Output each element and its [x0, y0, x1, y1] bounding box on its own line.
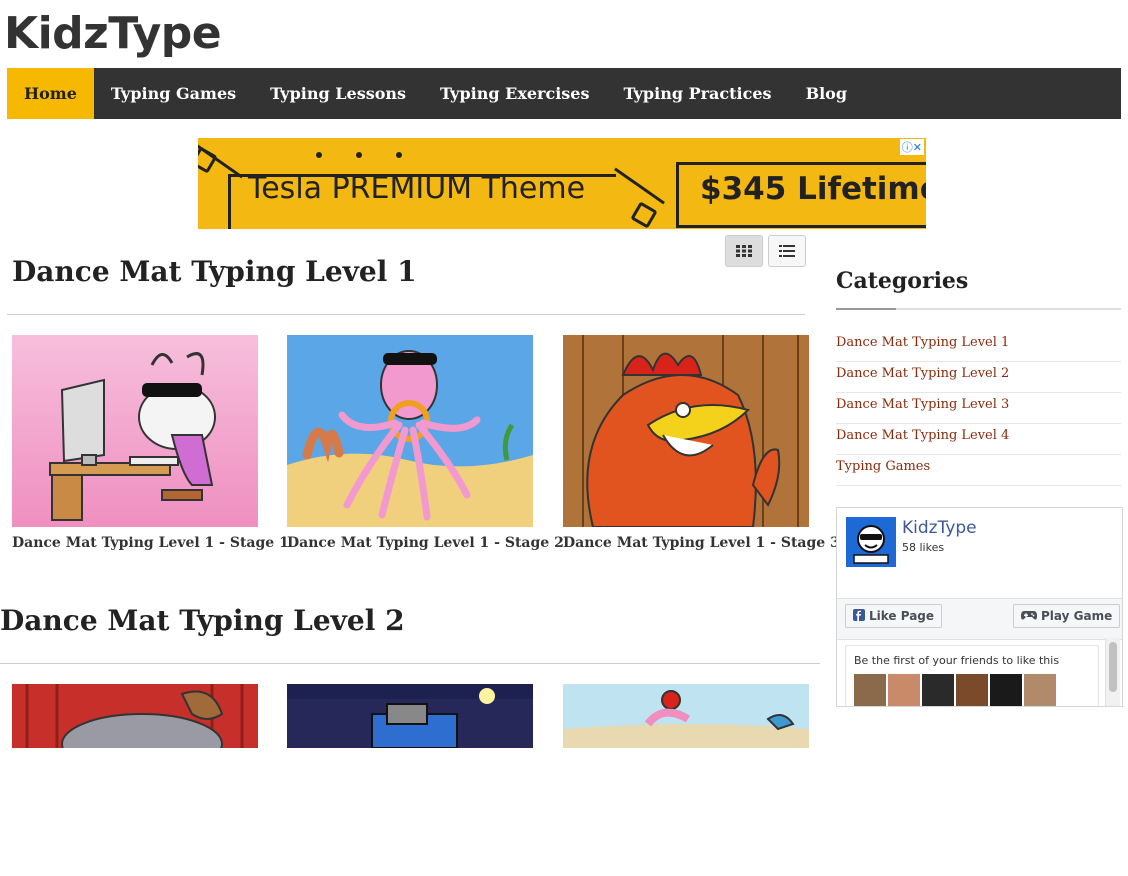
divider — [836, 308, 1121, 310]
game-thumbnail[interactable] — [12, 335, 258, 527]
category-link-level-4[interactable]: Dance Mat Typing Level 4 — [836, 424, 1121, 455]
game-title[interactable]: Dance Mat Typing Level 1 - Stage 1 — [12, 535, 289, 551]
friends-panel: Be the first of your friends to like thi… — [845, 645, 1099, 706]
nav-item-home[interactable]: Home — [7, 68, 94, 119]
ad-decoration — [614, 167, 665, 205]
category-link-typing-games[interactable]: Typing Games — [836, 455, 1121, 486]
facebook-page-widget: KidzType 58 likes Like Page Play Game Be… — [836, 507, 1123, 707]
nav-item-typing-games[interactable]: Typing Games — [94, 68, 253, 119]
game-title[interactable]: Dance Mat Typing Level 1 - Stage 2 — [287, 535, 564, 551]
category-link-level-2[interactable]: Dance Mat Typing Level 2 — [836, 362, 1121, 393]
scrollbar-thumb[interactable] — [1109, 642, 1117, 692]
game-thumbnail[interactable] — [287, 684, 533, 876]
friend-avatar[interactable] — [888, 674, 920, 706]
friend-avatar[interactable] — [1024, 674, 1056, 706]
grid-view-icon[interactable] — [725, 235, 763, 267]
page-avatar[interactable] — [846, 517, 896, 567]
ad-price: $345 Lifetime — [700, 171, 926, 207]
scrollbar[interactable] — [1105, 638, 1120, 706]
friend-avatar[interactable] — [990, 674, 1022, 706]
friend-avatar[interactable] — [956, 674, 988, 706]
ad-decoration — [356, 152, 362, 158]
friends-prompt: Be the first of your friends to like thi… — [854, 654, 1060, 667]
list-view-icon[interactable] — [768, 235, 806, 267]
category-link-level-1[interactable]: Dance Mat Typing Level 1 — [836, 331, 1121, 362]
ad-decoration — [198, 146, 218, 174]
category-link-level-3[interactable]: Dance Mat Typing Level 3 — [836, 393, 1121, 424]
site-title[interactable]: KidzType — [4, 8, 222, 59]
adchoices-icon[interactable]: ⓘ✕ — [899, 139, 924, 155]
game-thumbnail[interactable] — [287, 335, 533, 527]
game-title[interactable]: Dance Mat Typing Level 1 - Stage 3 — [563, 535, 840, 551]
game-thumbnail[interactable] — [12, 684, 258, 876]
nav-item-typing-practices[interactable]: Typing Practices — [606, 68, 788, 119]
nav-item-typing-exercises[interactable]: Typing Exercises — [423, 68, 606, 119]
play-game-button[interactable]: Play Game — [1013, 604, 1121, 628]
nav-item-blog[interactable]: Blog — [789, 68, 864, 119]
ad-decoration — [396, 152, 402, 158]
facebook-icon — [853, 608, 865, 624]
like-page-button[interactable]: Like Page — [845, 604, 943, 628]
ad-decoration — [630, 201, 658, 229]
game-thumbnail[interactable] — [563, 335, 809, 527]
gamepad-icon — [1021, 609, 1037, 624]
like-page-label: Like Page — [869, 609, 935, 623]
play-game-label: Play Game — [1041, 609, 1113, 623]
likes-count: 58 likes — [902, 541, 945, 554]
section-title[interactable]: Dance Mat Typing Level 1 — [12, 255, 417, 288]
nav-item-typing-lessons[interactable]: Typing Lessons — [253, 68, 423, 119]
section-title[interactable]: Dance Mat Typing Level 2 — [0, 604, 405, 637]
friend-avatar[interactable] — [854, 674, 886, 706]
game-thumbnail[interactable] — [563, 684, 809, 876]
page-name-link[interactable]: KidzType — [902, 518, 977, 538]
main-nav: Home Typing Games Typing Lessons Typing … — [7, 68, 1121, 119]
divider — [0, 663, 820, 664]
categories-heading: Categories — [836, 268, 969, 294]
ad-banner[interactable]: Tesla PREMIUM Theme $345 Lifetime ⓘ✕ — [198, 138, 926, 229]
ad-decoration — [316, 152, 322, 158]
friend-avatar[interactable] — [922, 674, 954, 706]
ad-headline: Tesla PREMIUM Theme — [248, 171, 586, 206]
divider — [7, 314, 805, 315]
